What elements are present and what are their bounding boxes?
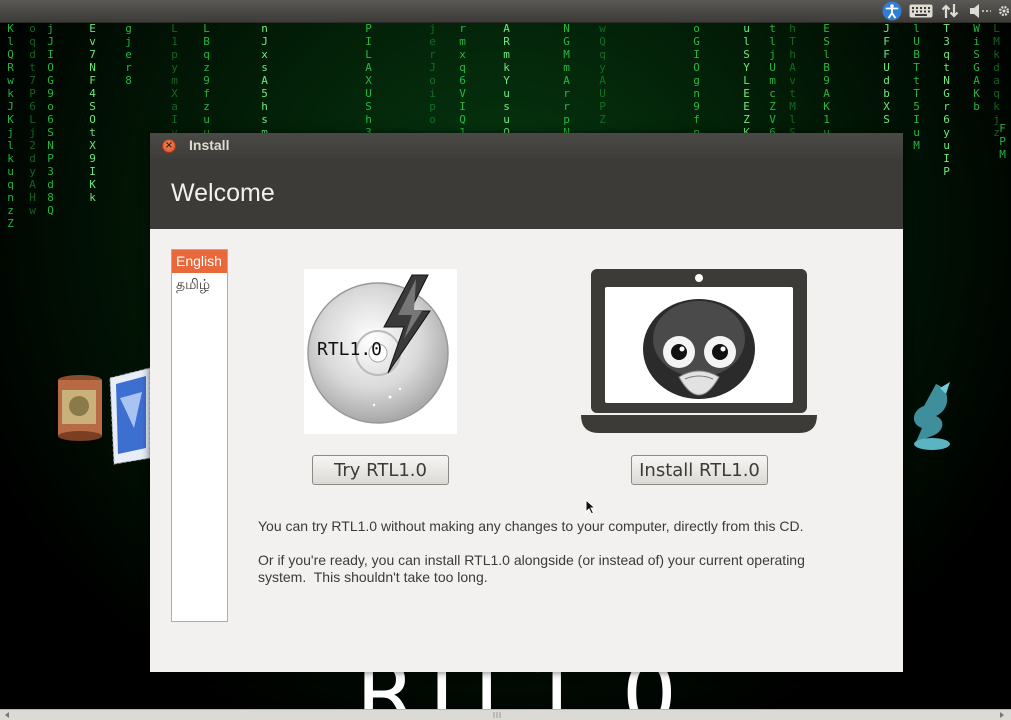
- accessibility-icon[interactable]: [880, 0, 904, 22]
- dialog-titlebar[interactable]: × Install: [150, 133, 903, 159]
- keyboard-icon[interactable]: [907, 0, 935, 22]
- try-button[interactable]: Try RTL1.0: [312, 455, 449, 485]
- dragon-icon[interactable]: [906, 380, 956, 456]
- matrix-rain-column: jerJoipo: [426, 22, 439, 126]
- top-panel: [0, 0, 1011, 23]
- cd-label: RTL1.0: [317, 339, 383, 360]
- language-list[interactable]: English தமிழ்: [171, 249, 228, 622]
- language-item-tamil[interactable]: தமிழ்: [172, 273, 227, 296]
- matrix-rain-column: T3qtNGr6yuIP: [940, 22, 953, 178]
- try-description: You can try RTL1.0 without making any ch…: [258, 518, 804, 534]
- cd-image: RTL1.0: [304, 269, 457, 434]
- matrix-rain-column: FPM: [996, 122, 1009, 161]
- install-description: Or if you're ready, you can install RTL1…: [258, 552, 805, 585]
- dialog-header: Welcome: [150, 159, 903, 229]
- close-button[interactable]: ×: [162, 139, 176, 153]
- matrix-rain-column: jJIOG9o6SNP3d8Q: [44, 22, 57, 217]
- stamp-icon[interactable]: [104, 348, 151, 472]
- network-icon[interactable]: [938, 0, 962, 22]
- dialog-title: Install: [189, 137, 230, 153]
- install-dialog: × Install Welcome English தமிழ் RTL1.0 T…: [150, 133, 903, 672]
- mouse-cursor-icon: [585, 498, 597, 519]
- matrix-rain-column: oqdt7P6Lj2dyAHw: [26, 22, 39, 217]
- laptop-penguin-image: [581, 269, 817, 435]
- matrix-rain-column: gjer8: [122, 22, 135, 87]
- matrix-rain-column: JFFUdbXS: [880, 22, 893, 126]
- language-item-english[interactable]: English: [172, 250, 227, 273]
- volume-icon[interactable]: [966, 0, 994, 22]
- matrix-rain-column: lUBTtT5IuM: [910, 22, 923, 152]
- page-title: Welcome: [171, 179, 275, 207]
- matrix-rain-column: wQqyAUPZ: [596, 22, 609, 126]
- paint-bucket-icon[interactable]: [56, 374, 104, 448]
- bottom-scrollbar[interactable]: [0, 709, 1011, 720]
- matrix-rain-column: NGMmArrpN: [560, 22, 573, 139]
- matrix-rain-column: KlQRwkJKjlkuqnzZ: [4, 22, 17, 230]
- matrix-rain-column: Ev7NF4SOtX9IKk: [86, 22, 99, 204]
- install-button[interactable]: Install RTL1.0: [631, 455, 768, 485]
- settings-icon[interactable]: [997, 0, 1011, 22]
- matrix-rain-column: WiSGAKb: [970, 22, 983, 113]
